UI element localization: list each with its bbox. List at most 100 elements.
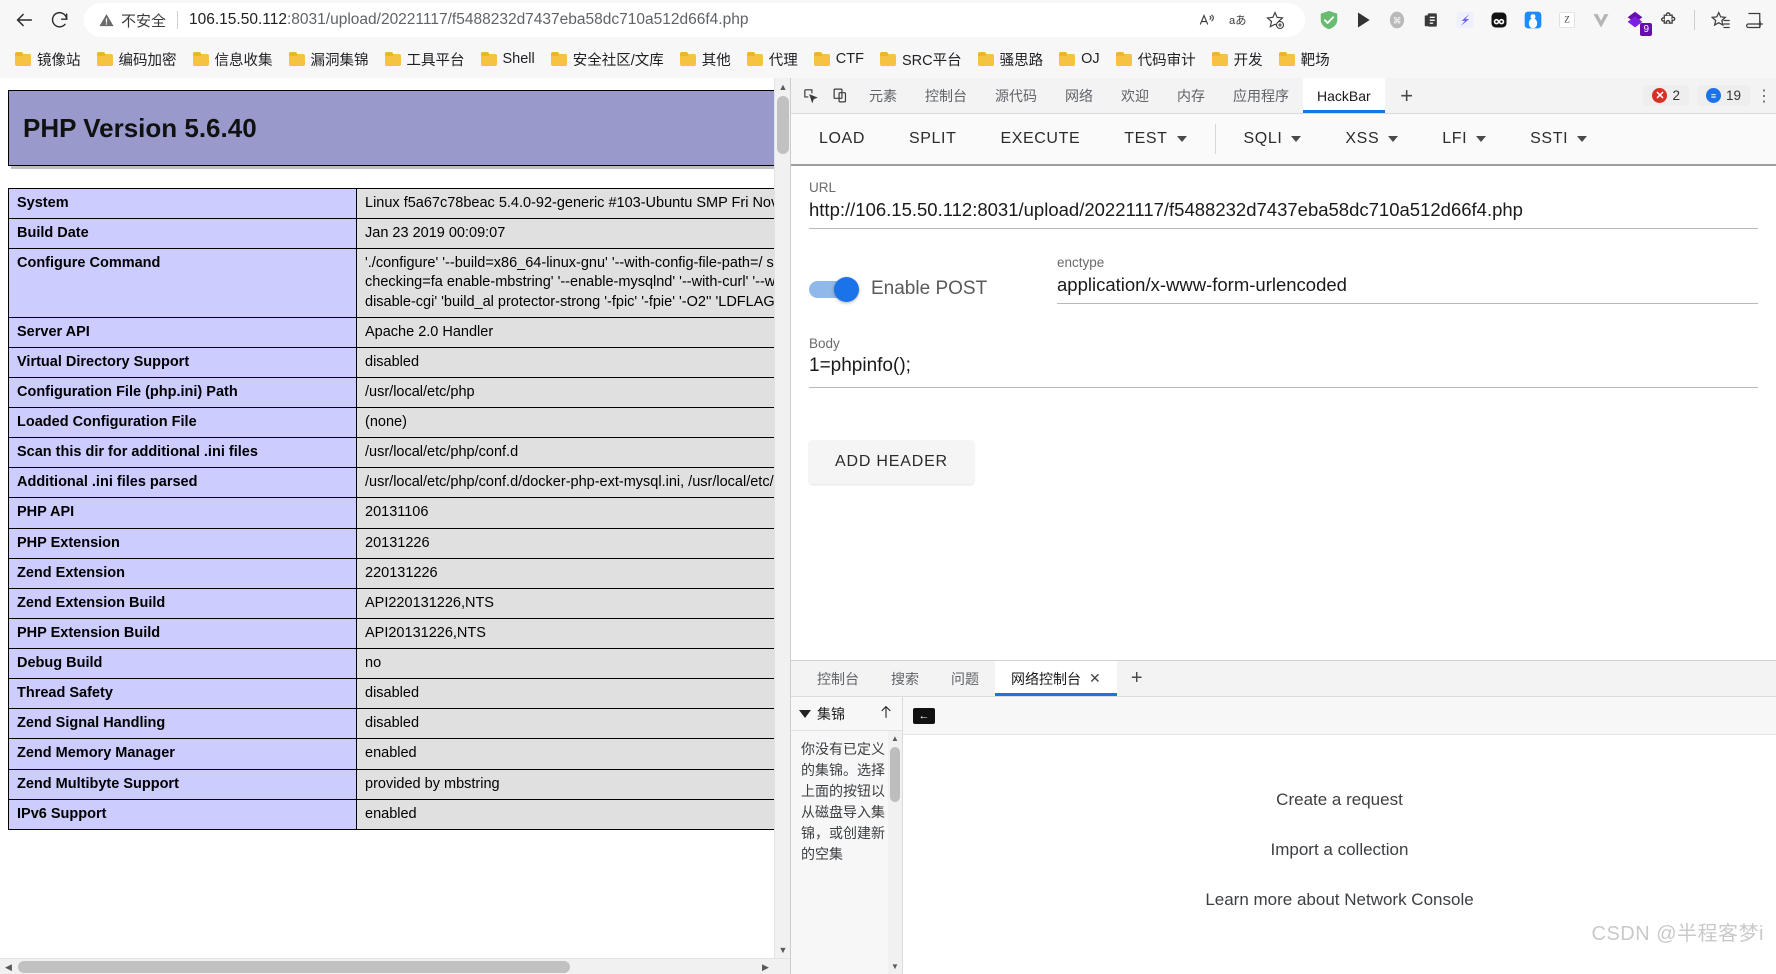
learn-more-link[interactable]: Learn more about Network Console [1205, 890, 1473, 910]
scroll-left-icon[interactable]: ◀ [0, 959, 17, 974]
scroll-up-icon[interactable]: ▲ [888, 731, 902, 746]
collapse-sidebar-icon[interactable]: ← [913, 707, 935, 724]
reload-icon[interactable] [42, 4, 78, 36]
translate-icon[interactable]: aあ [1225, 5, 1257, 35]
drawer-tab-search[interactable]: 搜索 [875, 661, 935, 696]
play-extension-icon[interactable] [1347, 4, 1379, 36]
close-icon[interactable]: ✕ [1089, 670, 1101, 687]
url-input[interactable]: http://106.15.50.112:8031/upload/2022111… [809, 197, 1758, 228]
security-warning[interactable]: 不安全 [98, 10, 166, 31]
panda-extension-icon[interactable] [1483, 4, 1515, 36]
folder-icon [1278, 52, 1295, 66]
devtools-tabbar: 元素 控制台 源代码 网络 欢迎 内存 应用程序 HackBar + ✕ 2 ≡… [791, 78, 1776, 114]
add-drawer-tab-button[interactable]: + [1117, 661, 1157, 696]
hackbar-split-button[interactable]: SPLIT [887, 118, 978, 160]
bookmark-item[interactable]: 开发 [1205, 45, 1270, 74]
bird-extension-icon[interactable] [1449, 4, 1481, 36]
tab-memory[interactable]: 内存 [1163, 78, 1219, 113]
tab-elements[interactable]: 元素 [855, 78, 911, 113]
read-aloud-icon[interactable] [1191, 5, 1223, 35]
hackbar-lfi-menu[interactable]: LFI [1420, 118, 1508, 160]
button-label: SSTI [1530, 130, 1569, 147]
inspect-element-icon[interactable] [795, 78, 825, 113]
address-bar[interactable]: 不安全 106.15.50.112:8031/upload/20221117/f… [84, 3, 1305, 37]
scrollbar-thumb[interactable] [777, 96, 789, 154]
drawer-tab-network-console[interactable]: 网络控制台 ✕ [995, 661, 1117, 696]
enable-post-toggle[interactable] [809, 276, 859, 302]
error-count-badge[interactable]: ✕ 2 [1643, 85, 1689, 106]
hackbar-sqli-menu[interactable]: SQLI [1222, 118, 1324, 160]
bookmark-item[interactable]: 工具平台 [378, 45, 472, 74]
blue-person-extension-icon[interactable] [1517, 4, 1549, 36]
bookmark-item[interactable]: 代理 [740, 45, 805, 74]
device-toolbar-icon[interactable] [825, 78, 855, 113]
bookmark-item[interactable]: 信息收集 [186, 45, 280, 74]
tab-console[interactable]: 控制台 [911, 78, 981, 113]
vue-devtools-icon[interactable] [1585, 4, 1617, 36]
tab-hackbar[interactable]: HackBar [1303, 78, 1385, 113]
import-collection-link[interactable]: Import a collection [1271, 840, 1409, 860]
message-count-badge[interactable]: ≡ 19 [1696, 85, 1750, 106]
bookmark-item[interactable]: 其他 [673, 45, 738, 74]
drawer-tab-console[interactable]: 控制台 [801, 661, 875, 696]
adguard-shield-icon[interactable] [1313, 4, 1345, 36]
bookmark-item[interactable]: 镜像站 [8, 45, 88, 74]
phpinfo-key: Build Date [8, 218, 357, 250]
scrollbar-thumb[interactable] [18, 961, 570, 973]
page-vertical-scrollbar[interactable]: ▲ ▼ [774, 78, 790, 958]
button-label: LFI [1442, 130, 1468, 147]
bookmark-item[interactable]: SRC平台 [873, 45, 969, 74]
collections-icon[interactable] [1738, 4, 1770, 36]
scroll-up-icon[interactable]: ▲ [775, 78, 790, 95]
tab-network[interactable]: 网络 [1051, 78, 1107, 113]
bookmark-item[interactable]: 安全社区/文库 [544, 45, 671, 74]
collections-scrollbar[interactable]: ▲ ▼ [888, 731, 902, 974]
bookmark-item[interactable]: CTF [807, 47, 871, 71]
scroll-right-icon[interactable]: ▶ [757, 959, 774, 974]
body-input[interactable]: 1=phpinfo(); [809, 353, 1758, 387]
chevron-down-icon [1176, 136, 1187, 142]
chevron-down-icon[interactable] [799, 709, 811, 718]
devtools-more-icon[interactable]: ⋮ [1756, 78, 1776, 113]
create-request-link[interactable]: Create a request [1276, 790, 1403, 810]
bookmark-item[interactable]: 靶场 [1272, 45, 1337, 74]
folder-icon [1211, 52, 1228, 66]
bookmark-item[interactable]: OJ [1052, 47, 1107, 71]
svg-text:⌘: ⌘ [1393, 15, 1401, 25]
drawer-tab-issues[interactable]: 问题 [935, 661, 995, 696]
hackbar-xss-menu[interactable]: XSS [1323, 118, 1420, 160]
add-header-button[interactable]: ADD HEADER [809, 440, 974, 484]
page-horizontal-scrollbar[interactable]: ◀ ▶ [0, 958, 790, 974]
button-label: XSS [1345, 130, 1380, 147]
tab-welcome[interactable]: 欢迎 [1107, 78, 1163, 113]
add-panel-button[interactable]: + [1385, 78, 1429, 113]
import-arrow-icon[interactable] [878, 704, 894, 723]
scrollbar-thumb[interactable] [890, 747, 900, 802]
hackbar-ssti-menu[interactable]: SSTI [1508, 118, 1609, 160]
add-favorite-icon[interactable] [1259, 5, 1291, 35]
bookmark-item[interactable]: 骚思路 [971, 45, 1051, 74]
command-extension-icon[interactable]: ⌘ [1381, 4, 1413, 36]
tab-sources[interactable]: 源代码 [981, 78, 1051, 113]
scroll-down-icon[interactable]: ▼ [775, 941, 790, 958]
hackbar-load-button[interactable]: LOAD [797, 118, 887, 160]
puzzle-extensions-icon[interactable] [1653, 4, 1685, 36]
favorites-list-icon[interactable] [1704, 4, 1736, 36]
bookmark-item[interactable]: 代码审计 [1109, 45, 1203, 74]
bookmark-item[interactable]: Shell [474, 47, 542, 71]
back-arrow-icon[interactable] [6, 4, 42, 36]
bookmark-item[interactable]: 编码加密 [90, 45, 184, 74]
scroll-down-icon[interactable]: ▼ [888, 959, 902, 974]
clipboard-extension-icon[interactable] [1415, 4, 1447, 36]
address-bar-url[interactable]: 106.15.50.112:8031/upload/20221117/f5488… [189, 11, 1191, 29]
proxy-switchy-icon[interactable]: 9 [1619, 4, 1652, 36]
enctype-input[interactable]: application/x-www-form-urlencoded [1057, 272, 1758, 303]
hackbar-test-menu[interactable]: TEST [1102, 118, 1208, 160]
bookmark-item[interactable]: 漏洞集锦 [282, 45, 376, 74]
hackbar-execute-button[interactable]: EXECUTE [978, 118, 1102, 160]
tab-application[interactable]: 应用程序 [1219, 78, 1303, 113]
url-label: URL [809, 180, 837, 195]
bookmark-label: Shell [502, 51, 535, 67]
zotero-extension-icon[interactable]: Z [1551, 4, 1583, 36]
bookmark-label: 代理 [768, 52, 798, 69]
